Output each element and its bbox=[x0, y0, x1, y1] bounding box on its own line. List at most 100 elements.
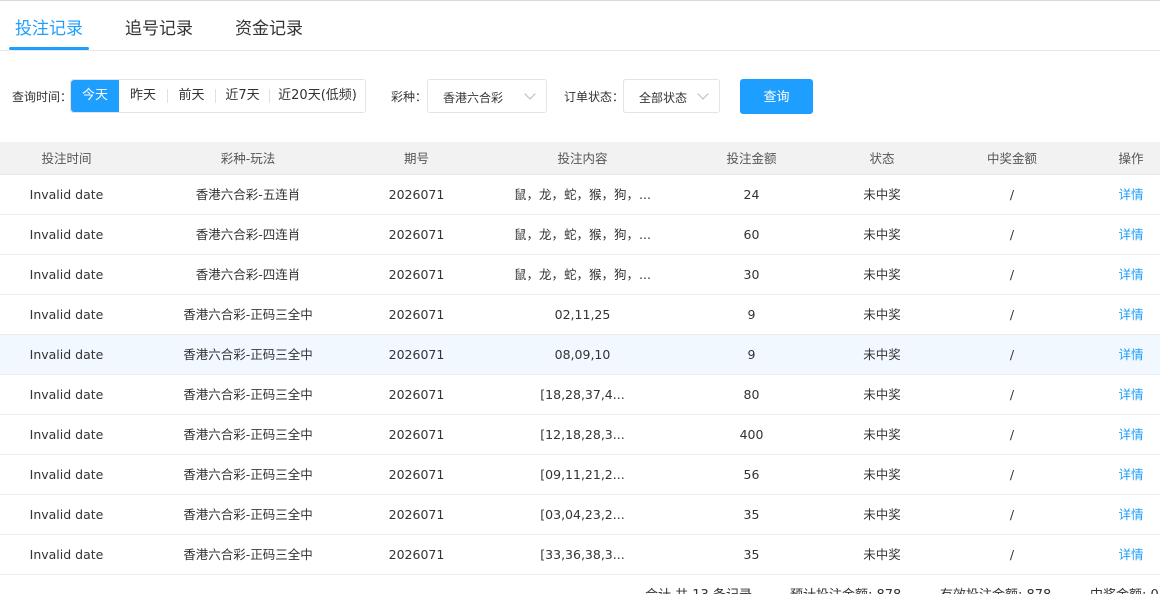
cell-status: 未中奖 bbox=[863, 307, 901, 322]
status-filter-label: 订单状态： bbox=[564, 90, 625, 104]
detail-link[interactable]: 详情 bbox=[1068, 335, 1160, 375]
cell-bet-amount: 30 bbox=[743, 267, 760, 282]
status-select-value: 全部状态 bbox=[639, 91, 688, 105]
cell-issue: 2026071 bbox=[388, 467, 445, 482]
cell-win-amount: / bbox=[1009, 467, 1015, 482]
detail-link[interactable]: 详情 bbox=[1068, 255, 1160, 295]
cell-status: 未中奖 bbox=[863, 547, 901, 562]
header-bet-amount: 投注金额 bbox=[726, 151, 777, 166]
cell-lottery-play: 香港六合彩-正码三全中 bbox=[183, 387, 313, 402]
cell-win-amount: / bbox=[1009, 547, 1015, 562]
cell-bet-time: Invalid date bbox=[29, 307, 104, 322]
table-row: Invalid date 香港六合彩-正码三全中 2026071 08,09,10 9 未… bbox=[0, 335, 1160, 375]
detail-link[interactable]: 详情 bbox=[1068, 175, 1160, 215]
cell-lottery-play: 香港六合彩-四连肖 bbox=[195, 267, 301, 282]
filter-bar: 查询时间： 今天 昨天 前天 近7天 近20天(低频) 彩种： 香港六合彩 订单… bbox=[0, 79, 1160, 114]
cell-issue: 2026071 bbox=[388, 387, 445, 402]
summary-expected-bet: 预计投注金额: 878 bbox=[790, 584, 901, 594]
date-yesterday-button[interactable]: 昨天 bbox=[119, 80, 167, 112]
detail-link[interactable]: 详情 bbox=[1068, 535, 1160, 575]
tab-chase-records[interactable]: 追号记录 bbox=[125, 14, 193, 39]
cell-bet-amount: 56 bbox=[743, 467, 760, 482]
detail-link[interactable]: 详情 bbox=[1068, 455, 1160, 495]
cell-status: 未中奖 bbox=[863, 427, 901, 442]
date-today-button[interactable]: 今天 bbox=[71, 80, 119, 112]
cell-bet-time: Invalid date bbox=[29, 507, 104, 522]
header-action: 操作 bbox=[1118, 151, 1144, 166]
cell-issue: 2026071 bbox=[388, 187, 445, 202]
detail-link[interactable]: 详情 bbox=[1068, 215, 1160, 255]
cell-win-amount: / bbox=[1009, 427, 1015, 442]
cell-status: 未中奖 bbox=[863, 227, 901, 242]
cell-bet-content: 鼠，龙，蛇，猴，狗，... bbox=[514, 227, 651, 242]
cell-bet-content: [09,11,21,2... bbox=[540, 467, 625, 482]
cell-issue: 2026071 bbox=[388, 547, 445, 562]
date-20days-button[interactable]: 近20天(低频) bbox=[270, 80, 365, 112]
summary-total: 合计 共 13 条记录 bbox=[645, 584, 752, 594]
cell-bet-content: 02,11,25 bbox=[554, 307, 611, 322]
cell-issue: 2026071 bbox=[388, 427, 445, 442]
tab-fund-records[interactable]: 资金记录 bbox=[235, 14, 303, 39]
cell-bet-time: Invalid date bbox=[29, 467, 104, 482]
chevron-down-icon bbox=[697, 88, 709, 100]
cell-bet-amount: 35 bbox=[743, 547, 760, 562]
date-range-group: 今天 昨天 前天 近7天 近20天(低频) bbox=[70, 79, 366, 113]
cell-bet-amount: 9 bbox=[747, 347, 756, 362]
cell-bet-amount: 9 bbox=[747, 307, 756, 322]
cell-bet-amount: 80 bbox=[743, 387, 760, 402]
detail-link[interactable]: 详情 bbox=[1068, 415, 1160, 455]
lottery-filter-label: 彩种： bbox=[391, 90, 428, 104]
record-tabs: 投注记录 追号记录 资金记录 bbox=[0, 0, 1160, 51]
cell-bet-time: Invalid date bbox=[29, 227, 104, 242]
cell-bet-content: [03,04,23,2... bbox=[540, 507, 625, 522]
header-issue: 期号 bbox=[403, 151, 429, 166]
header-bet-time: 投注时间 bbox=[41, 151, 92, 166]
cell-status: 未中奖 bbox=[863, 507, 901, 522]
cell-win-amount: / bbox=[1009, 227, 1015, 242]
table-row: Invalid date 香港六合彩-四连肖 2026071 鼠，龙，蛇，猴，狗，..… bbox=[0, 255, 1160, 295]
cell-bet-time: Invalid date bbox=[29, 267, 104, 282]
cell-issue: 2026071 bbox=[388, 347, 445, 362]
cell-bet-time: Invalid date bbox=[29, 347, 104, 362]
cell-bet-content: [33,36,38,3... bbox=[540, 547, 625, 562]
query-button[interactable]: 查询 bbox=[740, 79, 813, 114]
table-row: Invalid date 香港六合彩-正码三全中 2026071 [12,18,28,… bbox=[0, 415, 1160, 455]
summary-win-amount: 中奖金额: 0 bbox=[1090, 584, 1159, 594]
cell-lottery-play: 香港六合彩-正码三全中 bbox=[183, 507, 313, 522]
cell-status: 未中奖 bbox=[863, 187, 901, 202]
cell-bet-content: [18,28,37,4... bbox=[540, 387, 625, 402]
lottery-select[interactable]: 香港六合彩 bbox=[427, 79, 547, 113]
status-select[interactable]: 全部状态 bbox=[623, 79, 720, 113]
table-header: 投注时间 彩种-玩法 期号 投注内容 投注金额 状态 中奖金额 操作 bbox=[0, 142, 1160, 175]
cell-bet-amount: 60 bbox=[743, 227, 760, 242]
cell-win-amount: / bbox=[1009, 347, 1015, 362]
cell-status: 未中奖 bbox=[863, 467, 901, 482]
detail-link[interactable]: 详情 bbox=[1068, 495, 1160, 535]
detail-link[interactable]: 详情 bbox=[1068, 375, 1160, 415]
cell-issue: 2026071 bbox=[388, 307, 445, 322]
header-bet-content: 投注内容 bbox=[557, 151, 608, 166]
table-row: Invalid date 香港六合彩-四连肖 2026071 鼠，龙，蛇，猴，狗，..… bbox=[0, 215, 1160, 255]
date-day-before-button[interactable]: 前天 bbox=[168, 80, 215, 112]
header-lottery-play: 彩种-玩法 bbox=[220, 151, 276, 166]
cell-win-amount: / bbox=[1009, 307, 1015, 322]
header-win-amount: 中奖金额 bbox=[986, 151, 1037, 166]
cell-lottery-play: 香港六合彩-正码三全中 bbox=[183, 347, 313, 362]
date-7days-button[interactable]: 近7天 bbox=[216, 80, 269, 112]
table-row: Invalid date 香港六合彩-五连肖 2026071 鼠，龙，蛇，猴，狗，..… bbox=[0, 175, 1160, 215]
cell-bet-content: 鼠，龙，蛇，猴，狗，... bbox=[514, 267, 651, 282]
cell-lottery-play: 香港六合彩-正码三全中 bbox=[183, 547, 313, 562]
cell-win-amount: / bbox=[1009, 507, 1015, 522]
cell-win-amount: / bbox=[1009, 387, 1015, 402]
cell-bet-content: 08,09,10 bbox=[554, 347, 611, 362]
chevron-down-icon bbox=[524, 88, 536, 100]
cell-bet-amount: 24 bbox=[743, 187, 760, 202]
cell-lottery-play: 香港六合彩-正码三全中 bbox=[183, 467, 313, 482]
lottery-select-value: 香港六合彩 bbox=[443, 91, 504, 105]
table-row: Invalid date 香港六合彩-正码三全中 2026071 [33,36,38,… bbox=[0, 535, 1160, 575]
cell-bet-amount: 35 bbox=[743, 507, 760, 522]
tab-bet-records[interactable]: 投注记录 bbox=[15, 14, 83, 39]
cell-lottery-play: 香港六合彩-四连肖 bbox=[195, 227, 301, 242]
cell-bet-time: Invalid date bbox=[29, 387, 104, 402]
detail-link[interactable]: 详情 bbox=[1068, 295, 1160, 335]
